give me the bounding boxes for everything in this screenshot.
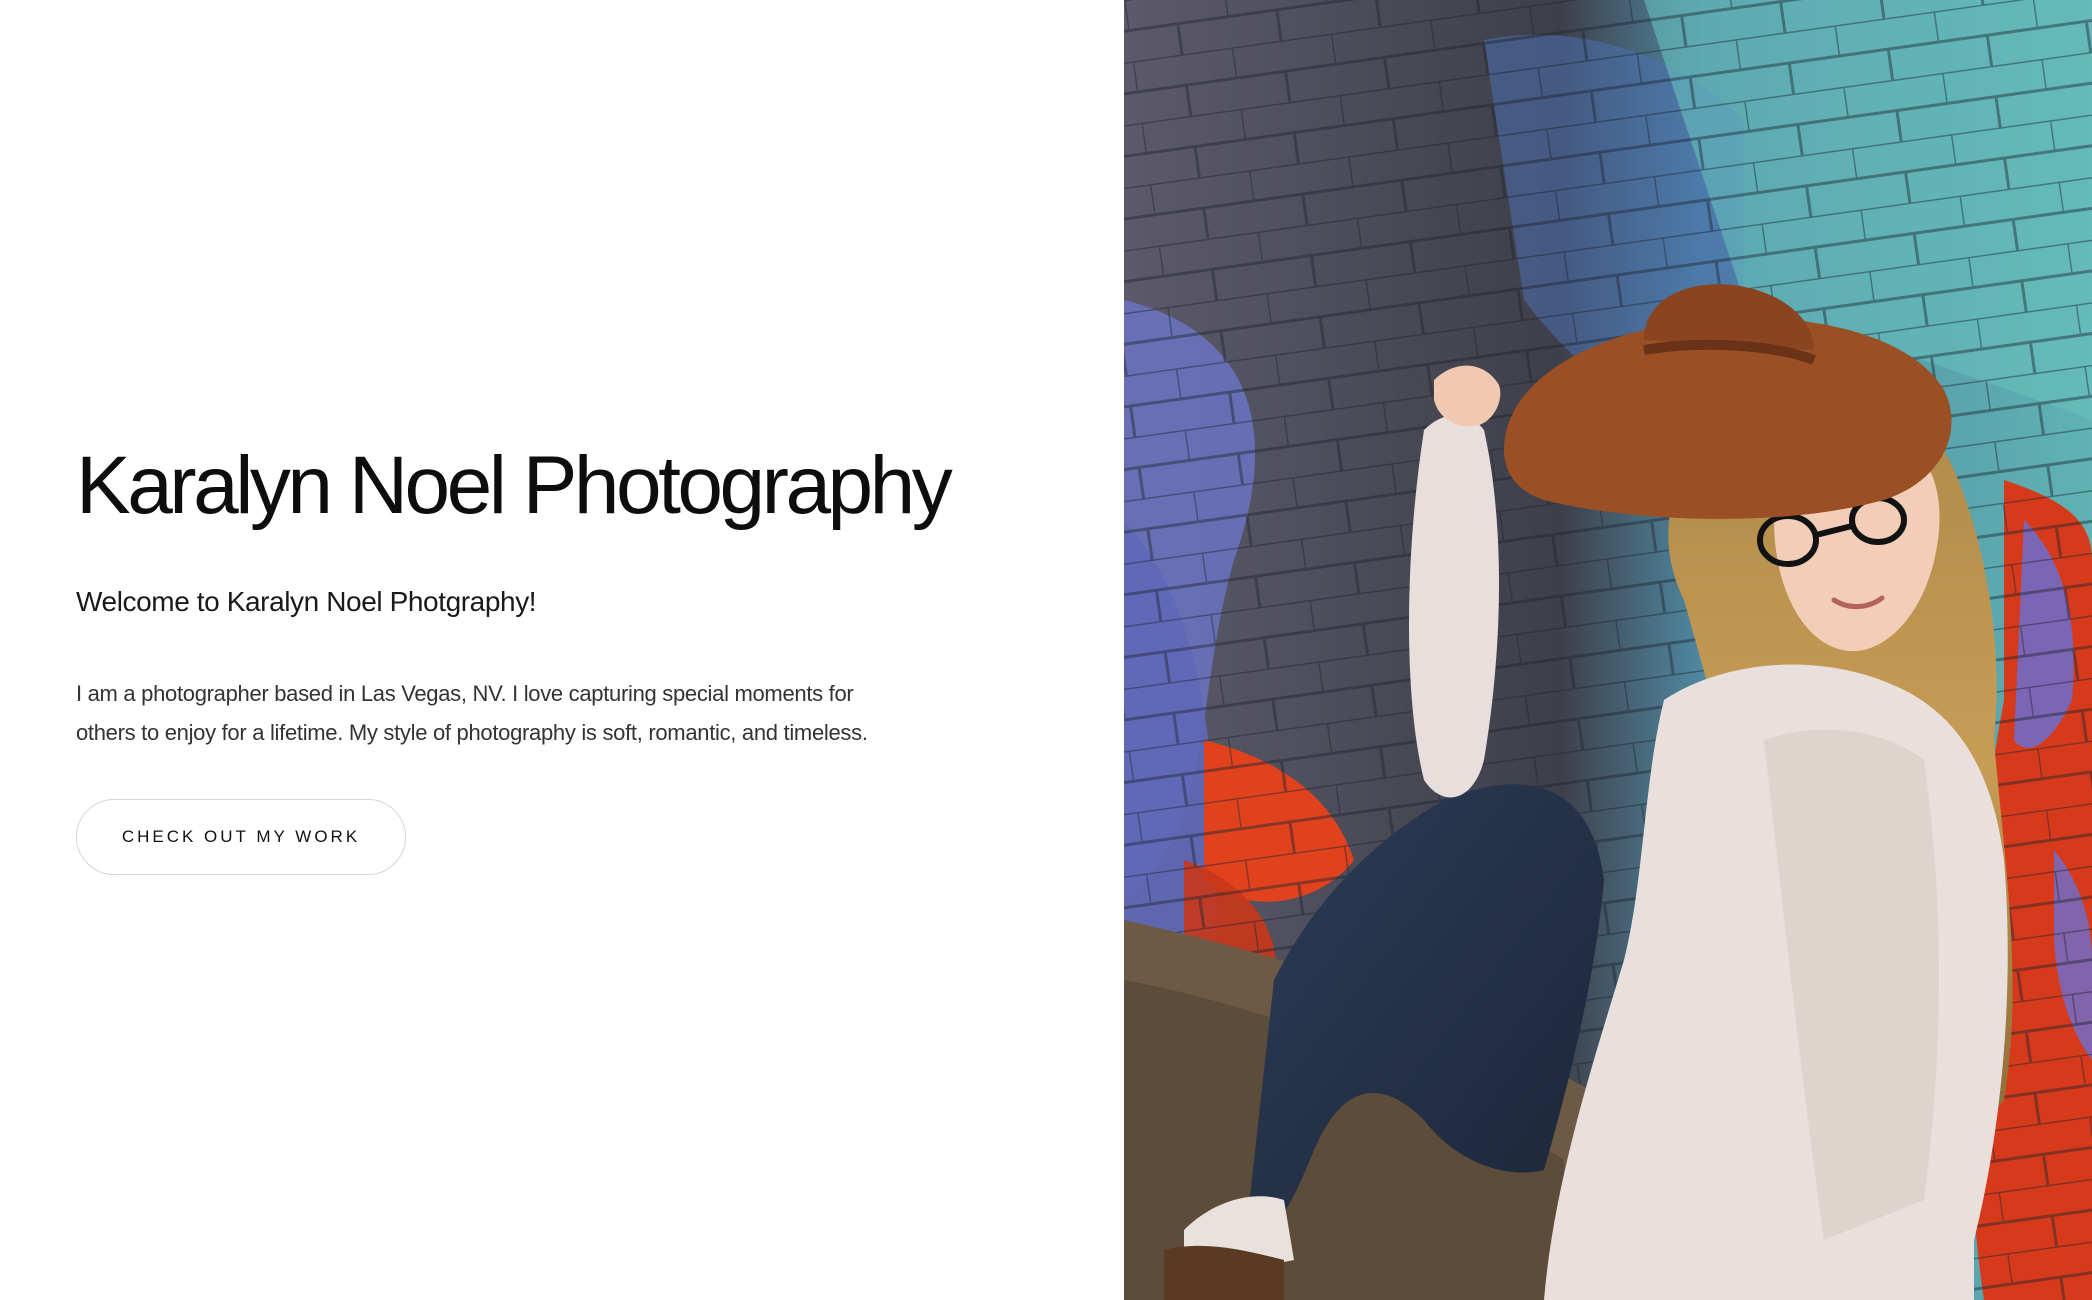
page: Karalyn Noel Photography Welcome to Kara…: [0, 0, 2092, 1300]
hero-content: Karalyn Noel Photography Welcome to Kara…: [76, 436, 1036, 875]
check-out-my-work-label: CHECK OUT MY WORK: [121, 827, 361, 846]
hero-text-panel: Karalyn Noel Photography Welcome to Kara…: [0, 0, 1124, 1300]
check-out-my-work-button[interactable]: CHECK OUT MY WORK: [76, 799, 406, 875]
welcome-subtitle: Welcome to Karalyn Noel Photgraphy!: [76, 586, 537, 617]
site-title: Karalyn Noel Photography: [76, 440, 953, 531]
hero-photo: [1124, 0, 2092, 1300]
hero-photo-panel: [1124, 0, 2092, 1300]
intro-paragraph: I am a photographer based in Las Vegas, …: [76, 681, 868, 745]
